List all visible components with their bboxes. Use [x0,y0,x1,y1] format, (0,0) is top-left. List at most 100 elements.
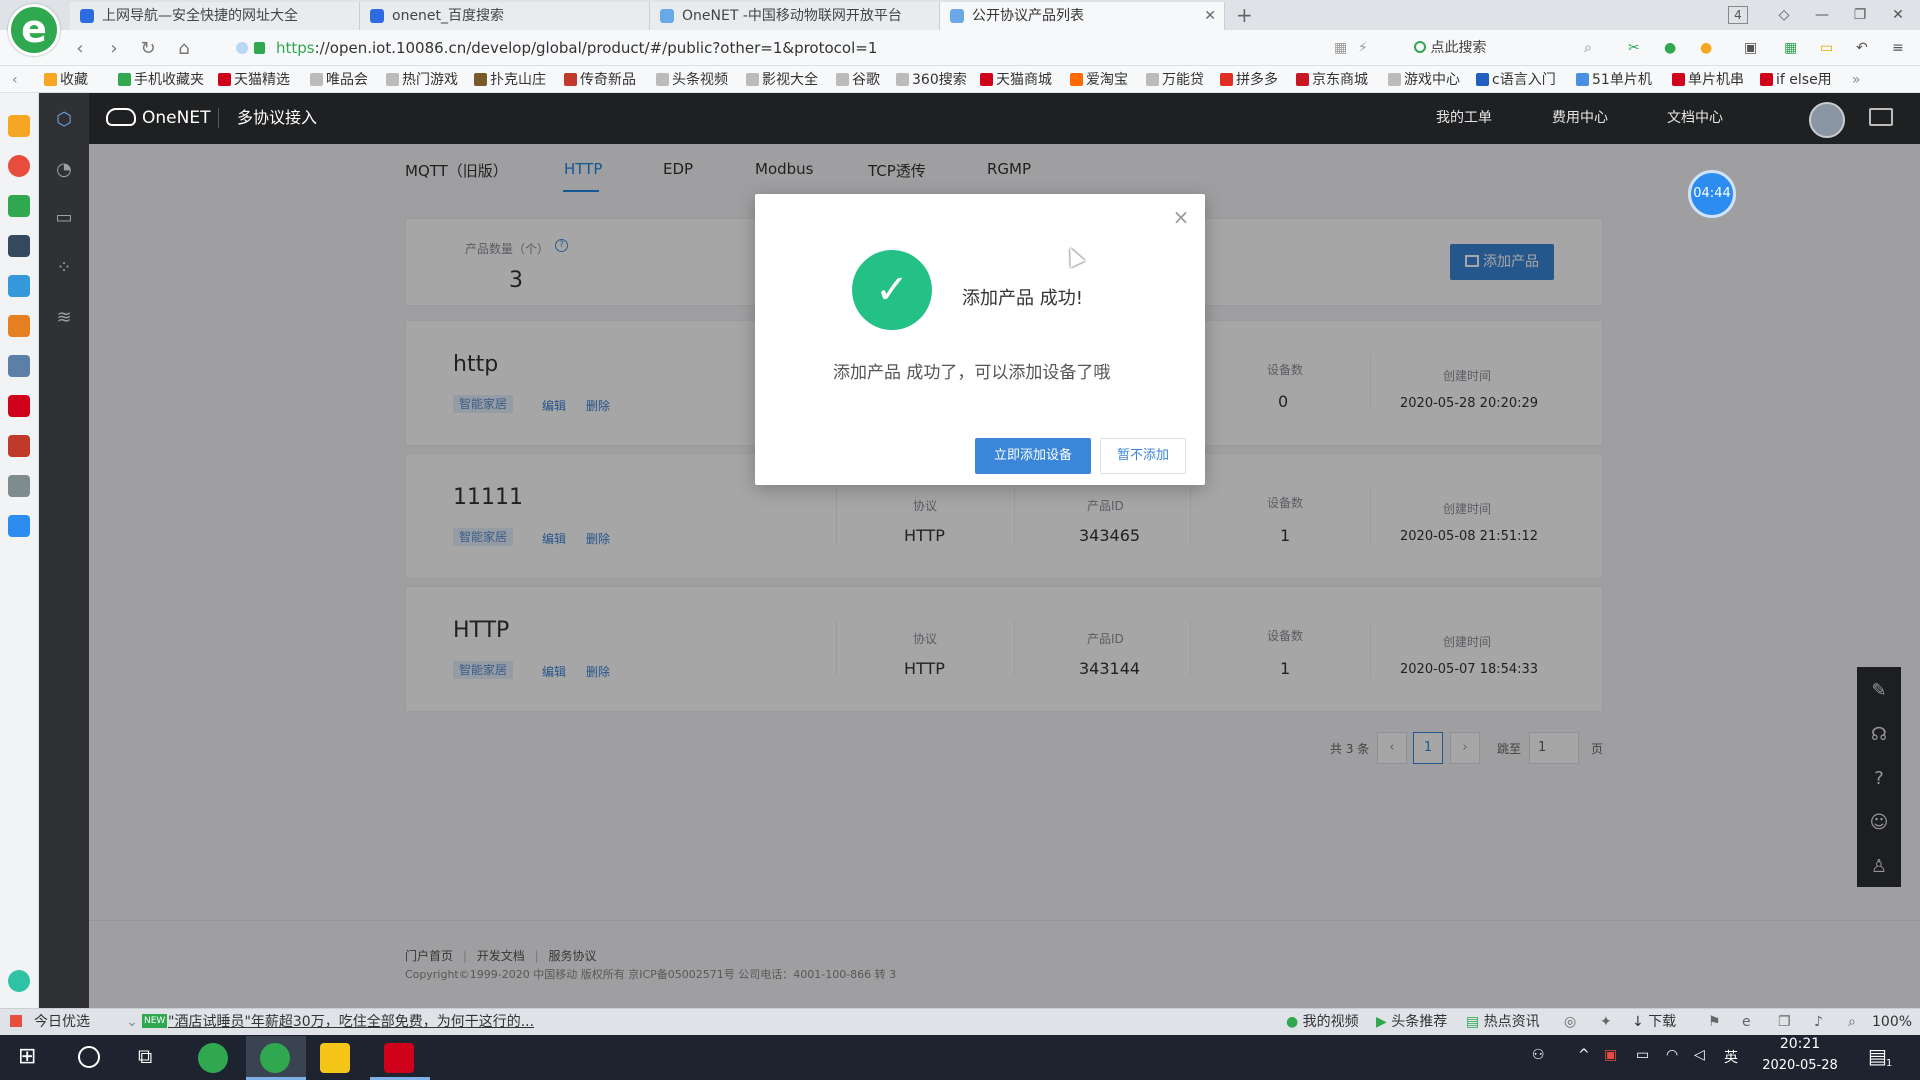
weibo-icon[interactable] [8,155,30,177]
task-view-icon[interactable]: ⧉ [138,1044,152,1068]
news-headline-link[interactable]: "酒店试睡员"年薪超30万，吃住全部免费，为何干这行的... [168,1011,534,1033]
nav-docs[interactable]: 文档中心 [1667,106,1723,130]
close-icon[interactable]: × [1170,206,1192,228]
product-hex-icon[interactable]: ⬡ [52,108,76,132]
taskbar-360-browser-icon[interactable] [260,1043,290,1073]
bookmark-item[interactable]: 51单片机 [1576,70,1652,90]
extension-apps-icon[interactable]: ▦ [1784,36,1797,60]
bookmark-item[interactable]: 天猫精选 [218,70,290,90]
p-app-icon[interactable] [8,515,30,537]
news-icon[interactable] [8,235,30,257]
bookmark-item[interactable]: 热门游戏 [386,70,458,90]
video-icon[interactable] [8,395,30,417]
dashboard-pie-icon[interactable]: ◔ [52,158,76,182]
headline-recommend[interactable]: ▶ 头条推荐 [1376,1011,1447,1033]
battery-icon[interactable]: ▭ [1820,36,1833,60]
cortana-search-icon[interactable] [78,1046,100,1068]
flash-icon[interactable]: ⚡ [1358,36,1368,60]
wifi-icon[interactable]: ◠ [1666,1047,1678,1063]
speaker-icon[interactable]: ◁ [1694,1047,1705,1063]
avatar[interactable] [1809,102,1845,138]
window-icon[interactable]: ❐ [1778,1011,1791,1033]
extension-green-icon[interactable]: ● [1664,36,1676,60]
device-icon[interactable]: ▭ [52,206,76,230]
bookmark-item[interactable]: 万能贷 [1146,70,1204,90]
ie-icon[interactable]: e [1742,1011,1751,1033]
extension-coin-icon[interactable]: ● [1700,36,1712,60]
tab-baidu-search[interactable]: onenet_百度搜索 [360,2,650,30]
tray-security-icon[interactable]: ▣ [1604,1047,1617,1063]
site-info-icon[interactable] [236,42,248,54]
mail-icon[interactable] [8,195,30,217]
bookmark-item[interactable]: 拼多多 [1220,70,1278,90]
tab-onenet-home[interactable]: OneNET -中国移动物联网开放平台 [650,2,940,30]
speed-icon[interactable]: ◎ [1564,1011,1576,1033]
tab-close-icon[interactable]: ✕ [1204,2,1216,30]
clock-time[interactable]: 20:21 [1762,1036,1838,1052]
search-icon[interactable]: ⌕ [1584,36,1592,60]
bookmark-item[interactable]: c语言入门 [1476,70,1556,90]
dropdown-icon[interactable]: ⌄ [126,1011,138,1033]
qr-icon[interactable]: ▦ [1334,36,1347,60]
people-icon[interactable]: ⚇ [1532,1047,1545,1063]
bookmark-item[interactable]: 天猫商城 [980,70,1052,90]
document-icon[interactable] [8,275,30,297]
ime-indicator[interactable]: 英 [1724,1047,1738,1067]
extension-scissors-icon[interactable]: ✂ [1628,36,1640,60]
nav-my-tickets[interactable]: 我的工单 [1436,106,1492,130]
game-knight-icon[interactable] [8,475,30,497]
close-window-icon[interactable]: ✕ [1876,0,1920,30]
zoom-icon[interactable]: ⌕ [1848,1011,1856,1033]
onenet-logo[interactable]: OneNET [106,106,210,130]
more-bookmarks-icon[interactable]: » [1852,70,1861,90]
menu-icon[interactable]: ≡ [1892,36,1904,60]
bookmark-item[interactable]: 京东商城 [1296,70,1368,90]
game-hero-icon[interactable] [8,435,30,457]
zoom-level[interactable]: 100% [1872,1011,1912,1033]
taskbar-app-globe-icon[interactable] [198,1043,228,1073]
today-picks[interactable]: 今日优选 [10,1011,90,1033]
game-icon[interactable] [8,315,30,337]
bookmark-item[interactable]: 扑克山庄 [474,70,546,90]
bookmark-item[interactable]: 单片机串 [1672,70,1744,90]
bookmark-item[interactable]: 收藏 [44,70,88,90]
topology-icon[interactable]: ⁘ [52,256,76,280]
bookmark-item[interactable]: 谷歌 [836,70,880,90]
bookmark-item[interactable]: 360搜索 [896,70,967,90]
extension-image-icon[interactable]: ▣ [1744,36,1757,60]
reload-icon[interactable]: ↻ [134,36,162,62]
clock-date[interactable]: 2020-05-28 [1754,1058,1846,1073]
bookmark-item[interactable]: 唯品会 [310,70,368,90]
timer-badge[interactable]: 04:44 [1688,170,1736,218]
notification-center-icon[interactable]: ▤ [1868,1044,1887,1068]
bookmark-item[interactable]: 手机收藏夹 [118,70,204,90]
favorites-star-icon[interactable] [8,115,30,137]
new-tab-icon[interactable]: + [1236,2,1253,28]
windows-start-icon[interactable]: ⊞ [18,1044,36,1069]
cartoon-icon[interactable] [8,355,30,377]
bookmark-item[interactable]: 爱淘宝 [1070,70,1128,90]
not-now-button[interactable]: 暂不添加 [1100,438,1186,474]
add-device-now-button[interactable]: 立即添加设备 [975,438,1091,474]
hot-news[interactable]: ▤ 热点资讯 [1466,1011,1540,1033]
tab-nav-portal[interactable]: 上网导航—安全快捷的网址大全 [70,2,360,30]
tab-count-badge[interactable]: 4 [1728,6,1748,24]
tray-expand-icon[interactable]: ^ [1578,1047,1590,1063]
nav-billing[interactable]: 费用中心 [1552,106,1608,130]
home-icon[interactable]: ⌂ [170,36,198,62]
bookmark-item[interactable]: 传奇新品 [564,70,636,90]
bookmarks-toggle-icon[interactable]: ‹ [12,70,18,90]
pin-icon[interactable]: ✦ [1600,1011,1612,1033]
signal-icon[interactable]: ≋ [52,306,76,330]
sidebar-add-icon[interactable] [8,970,30,992]
bookmark-item[interactable]: if else用 [1760,70,1832,90]
bookmark-item[interactable]: 影视大全 [746,70,818,90]
download[interactable]: ↓ 下载 [1632,1011,1676,1033]
back-icon[interactable]: ‹ [66,36,94,62]
bookmark-item[interactable]: 游戏中心 [1388,70,1460,90]
search-engine-box[interactable]: 点此搜索 [1414,36,1486,60]
browser-logo-icon[interactable]: e [8,4,60,56]
taskbar-player-icon[interactable] [320,1043,350,1073]
undo-icon[interactable]: ↶ [1856,36,1868,60]
volume-icon[interactable]: ♪ [1814,1011,1823,1033]
